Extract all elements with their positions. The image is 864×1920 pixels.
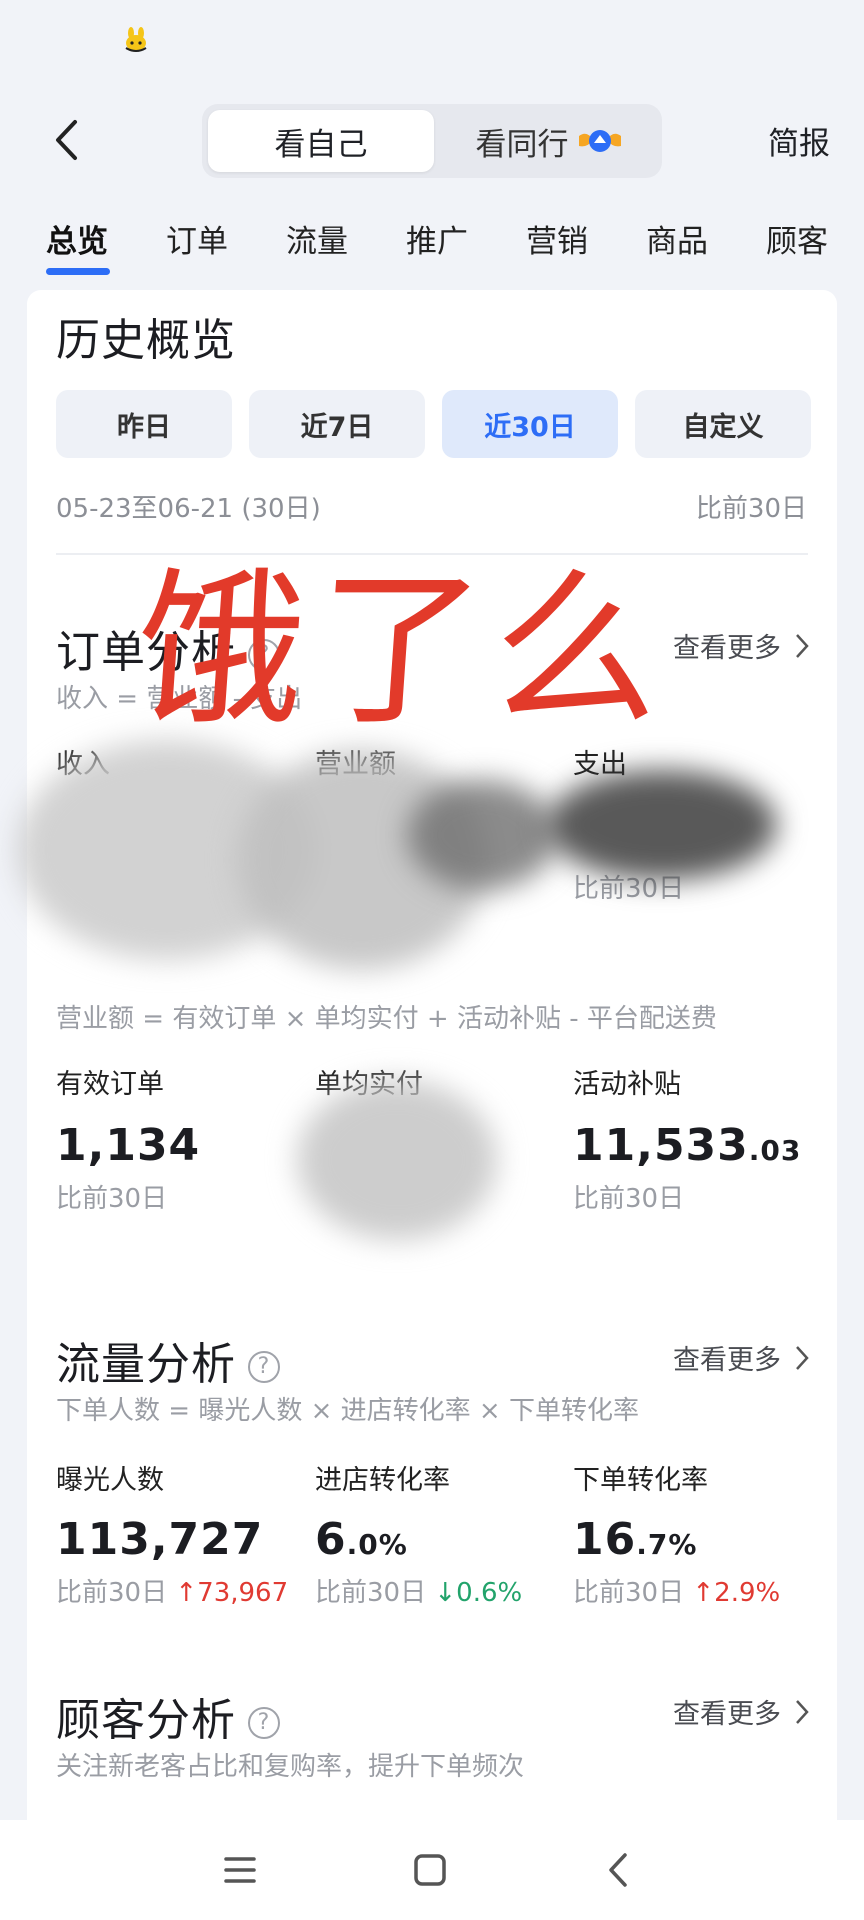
compare-label: 比前30日 xyxy=(695,494,807,524)
subsidy-value-int: 11,533 xyxy=(573,1120,749,1171)
valid-orders-label: 有效订单 xyxy=(56,1069,164,1100)
tab-traffic[interactable]: 流量 xyxy=(286,216,348,261)
order-conv-compare-label: 比前30日 xyxy=(573,1578,685,1608)
tab-products[interactable]: 商品 xyxy=(646,216,708,261)
top-bar: 看自己 看同行 简报 xyxy=(0,92,864,188)
segment-peer[interactable]: 看同行 xyxy=(442,110,656,172)
traffic-formula: 下单人数 = 曝光人数 × 进店转化率 × 下单转化率 xyxy=(56,1396,639,1426)
valid-orders-compare: 比前30日 xyxy=(56,1184,168,1214)
order-conv-dec: .7% xyxy=(636,1528,698,1561)
order-conv-compare: 比前30日 ↑2.9% xyxy=(573,1572,780,1609)
store-conv-int: 6 xyxy=(315,1514,347,1565)
period-custom[interactable]: 自定义 xyxy=(635,390,811,458)
order-conv-delta: 2.9% xyxy=(714,1578,781,1608)
menu-icon xyxy=(224,1857,256,1883)
traffic-more-label: 查看更多 xyxy=(673,1345,781,1376)
period-30days[interactable]: 近30日 xyxy=(442,390,618,458)
order-conv-value: 16.7% xyxy=(573,1514,697,1565)
status-emoji-icon xyxy=(122,26,150,54)
customers-title: 顾客分析? xyxy=(56,1684,280,1748)
back-icon xyxy=(56,120,77,160)
chevron-right-icon xyxy=(796,633,809,658)
view-segment-control: 看自己 看同行 xyxy=(202,104,662,178)
orders-more-label: 查看更多 xyxy=(673,633,781,664)
menu-button[interactable] xyxy=(212,1842,268,1898)
subsidy-compare: 比前30日 xyxy=(573,1184,685,1214)
revenue-formula: 营业额 = 有效订单 × 单均实付 + 活动补贴 - 平台配送费 xyxy=(56,1004,717,1034)
valid-orders-value: 1,134 xyxy=(56,1120,201,1171)
history-title: 历史概览 xyxy=(56,315,236,366)
app-screen: { "topbar": { "segment_self": "看自己", "se… xyxy=(0,0,864,1920)
subsidy-value-dec: .03 xyxy=(748,1134,802,1167)
traffic-title-text: 流量分析 xyxy=(56,1339,236,1390)
exposure-compare-label: 比前30日 xyxy=(56,1578,168,1608)
customers-more-link[interactable]: 查看更多 xyxy=(673,1692,809,1731)
back-icon xyxy=(609,1853,627,1887)
peer-badge-icon xyxy=(578,130,621,152)
brand-watermark: 饿了么 xyxy=(130,552,678,748)
traffic-more-link[interactable]: 查看更多 xyxy=(673,1338,809,1377)
customers-more-label: 查看更多 xyxy=(673,1699,781,1730)
store-conv-delta: 0.6% xyxy=(456,1578,523,1608)
tab-bar: 总览 订单 流量 推广 营销 商品 顾客 xyxy=(0,206,864,284)
chevron-right-icon xyxy=(796,1345,809,1370)
tab-promotion[interactable]: 推广 xyxy=(406,216,468,261)
segment-self[interactable]: 看自己 xyxy=(208,110,434,172)
redaction-smudge xyxy=(297,1080,497,1240)
store-conv-dec: .0% xyxy=(346,1528,408,1561)
subsidy-label: 活动补贴 xyxy=(573,1069,681,1100)
arrow-down-icon: ↓ xyxy=(434,1578,457,1608)
store-conv-value: 6.0% xyxy=(315,1514,408,1565)
help-icon[interactable]: ? xyxy=(248,1351,280,1383)
active-tab-indicator xyxy=(46,268,110,275)
store-conv-label: 进店转化率 xyxy=(315,1465,450,1496)
back-button[interactable] xyxy=(44,112,88,168)
exposure-value: 113,727 xyxy=(56,1514,264,1565)
chevron-right-icon xyxy=(796,1699,809,1724)
redaction-smudge xyxy=(547,770,777,880)
arrow-up-icon: ↑ xyxy=(175,1578,198,1608)
order-conv-int: 16 xyxy=(573,1514,637,1565)
tab-marketing[interactable]: 营销 xyxy=(526,216,588,261)
system-back-button[interactable] xyxy=(590,1842,646,1898)
customers-title-text: 顾客分析 xyxy=(56,1695,236,1746)
orders-more-link[interactable]: 查看更多 xyxy=(673,626,809,665)
exposure-compare: 比前30日 ↑73,967 xyxy=(56,1572,288,1609)
segment-peer-label: 看同行 xyxy=(475,126,569,163)
brief-button[interactable]: 简报 xyxy=(768,118,830,163)
system-nav-bar xyxy=(0,1820,864,1920)
tab-overview[interactable]: 总览 xyxy=(46,216,108,261)
help-icon[interactable]: ? xyxy=(248,1707,280,1739)
period-yesterday[interactable]: 昨日 xyxy=(56,390,232,458)
store-conv-compare: 比前30日 ↓0.6% xyxy=(315,1572,522,1609)
tab-orders[interactable]: 订单 xyxy=(166,216,228,261)
store-conv-compare-label: 比前30日 xyxy=(315,1578,427,1608)
subsidy-value: 11,533.03 xyxy=(573,1120,801,1171)
arrow-up-icon: ↑ xyxy=(692,1578,715,1608)
home-icon xyxy=(414,1854,446,1886)
exposure-label: 曝光人数 xyxy=(56,1465,164,1496)
traffic-title: 流量分析? xyxy=(56,1328,280,1392)
redaction-smudge xyxy=(407,780,557,890)
tab-customers[interactable]: 顾客 xyxy=(766,216,828,261)
home-button[interactable] xyxy=(402,1842,458,1898)
order-conv-label: 下单转化率 xyxy=(573,1465,708,1496)
period-7days[interactable]: 近7日 xyxy=(249,390,425,458)
customers-subtitle: 关注新老客占比和复购率，提升下单频次 xyxy=(56,1752,525,1782)
exposure-delta: 73,967 xyxy=(197,1578,289,1608)
